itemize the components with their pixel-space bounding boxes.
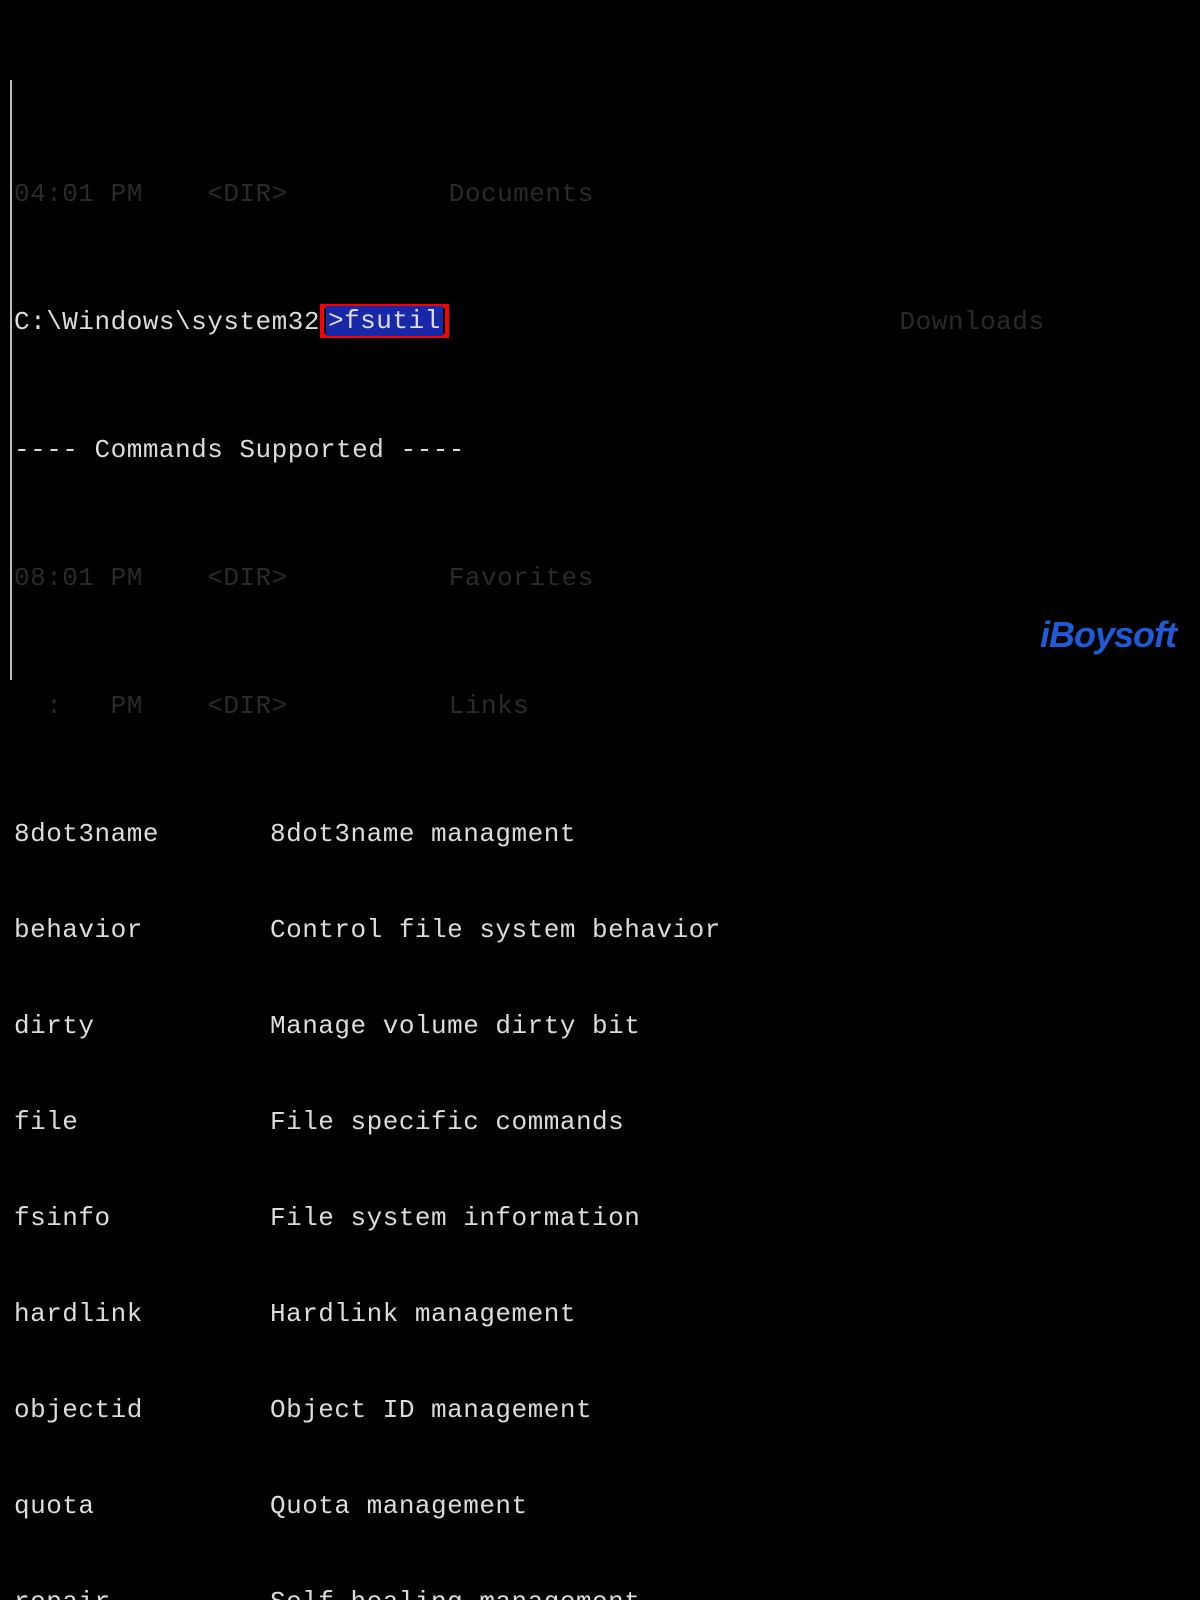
command-row: quotaQuota management: [14, 1490, 1200, 1522]
command-desc: 8dot3name managment: [270, 819, 576, 849]
command-desc: Quota management: [270, 1491, 528, 1521]
command-desc: Object ID management: [270, 1395, 592, 1425]
command-name: 8dot3name: [14, 818, 270, 850]
typed-command: fsutil: [344, 306, 441, 336]
command-desc: Hardlink management: [270, 1299, 576, 1329]
command-name: hardlink: [14, 1298, 270, 1330]
command-name: dirty: [14, 1010, 270, 1042]
command-name: repair: [14, 1586, 270, 1600]
command-row: objectidObject ID management: [14, 1394, 1200, 1426]
header-line: ---- Commands Supported ----: [14, 434, 1200, 466]
prompt-path: C:\Windows\system32: [14, 307, 320, 337]
terminal-frame: 04:01 PM <DIR> Documents C:\Windows\syst…: [0, 80, 1200, 680]
command-row: hardlinkHardlink management: [14, 1298, 1200, 1330]
command-row: repairSelf healing management: [14, 1586, 1200, 1600]
ghost-text: Downloads: [449, 307, 1045, 337]
ghost-line: : PM <DIR> Links: [14, 690, 1200, 722]
command-row: 8dot3name8dot3name managment: [14, 818, 1200, 850]
prompt-chevron: >: [328, 306, 344, 336]
command-desc: Manage volume dirty bit: [270, 1011, 640, 1041]
ghost-line: 08:01 PM <DIR> Favorites: [14, 562, 1200, 594]
ghost-line: 04:01 PM <DIR> Documents: [14, 178, 1200, 210]
command-name: quota: [14, 1490, 270, 1522]
terminal-output[interactable]: 04:01 PM <DIR> Documents C:\Windows\syst…: [14, 82, 1200, 1600]
command-name: file: [14, 1106, 270, 1138]
scrollbar-track[interactable]: [10, 80, 12, 680]
prompt-line: C:\Windows\system32>fsutil Downloads: [14, 306, 1200, 338]
command-row: dirtyManage volume dirty bit: [14, 1010, 1200, 1042]
command-desc: Self healing management: [270, 1587, 640, 1600]
command-row: fileFile specific commands: [14, 1106, 1200, 1138]
command-row: behaviorControl file system behavior: [14, 914, 1200, 946]
command-name: objectid: [14, 1394, 270, 1426]
command-desc: Control file system behavior: [270, 915, 721, 945]
watermark-logo: iBoysoft: [1040, 614, 1176, 656]
command-highlight-box: >fsutil: [320, 304, 449, 338]
command-name: behavior: [14, 914, 270, 946]
command-desc: File specific commands: [270, 1107, 624, 1137]
command-row: fsinfoFile system information: [14, 1202, 1200, 1234]
command-name: fsinfo: [14, 1202, 270, 1234]
command-desc: File system information: [270, 1203, 640, 1233]
